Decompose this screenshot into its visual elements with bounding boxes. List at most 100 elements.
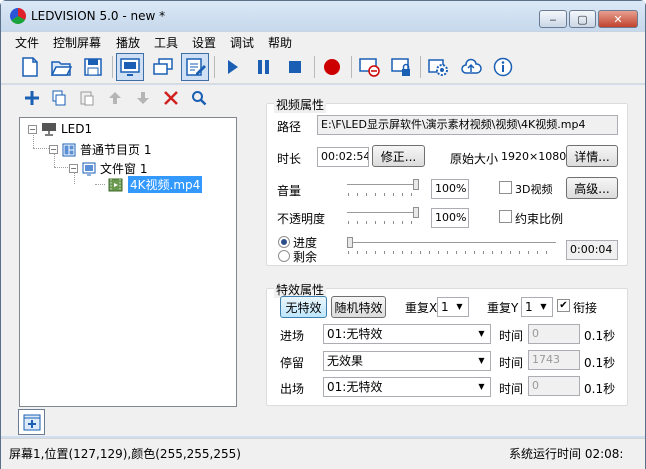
video-3d-checkbox[interactable] (499, 181, 512, 194)
save-icon[interactable] (79, 53, 107, 81)
remain-radio[interactable] (278, 250, 290, 262)
page-icon (62, 143, 76, 156)
enter-time-field[interactable]: 0 (528, 324, 580, 344)
opacity-slider-thumb[interactable] (413, 207, 419, 218)
title-bar[interactable]: LEDVISION 5.0 - new * ‒ ▢ ✕ (1, 1, 645, 31)
details-button[interactable]: 详情... (566, 145, 618, 167)
exit-label: 出场 (280, 382, 305, 396)
tree-screen-label: LED1 (61, 122, 93, 136)
lock-screen-icon[interactable] (387, 53, 415, 81)
tree-node-page[interactable]: − 普通节目页 1 (49, 141, 151, 158)
move-down-icon[interactable] (133, 88, 153, 108)
enter-effect-select[interactable]: 01:无特效 ▼ (323, 324, 491, 344)
connect-label: 衔接 (573, 301, 598, 315)
add-icon[interactable] (22, 88, 42, 108)
paste-icon[interactable] (77, 88, 97, 108)
settings-icon[interactable] (424, 53, 452, 81)
copy-icon[interactable] (49, 88, 69, 108)
status-runtime-text: 系统运行时间 02:08: (509, 447, 624, 461)
search-icon[interactable] (189, 88, 209, 108)
stay-label: 停留 (280, 356, 305, 370)
modify-duration-button[interactable]: 修正... (372, 145, 425, 167)
menu-tools[interactable]: 工具 (154, 34, 178, 51)
add-page-button[interactable] (18, 409, 45, 435)
stay-time-field[interactable]: 1743 (528, 350, 580, 370)
progress-time-field[interactable]: 0:00:04 (566, 240, 618, 260)
opacity-value-field[interactable]: 100% (431, 208, 469, 228)
record-icon[interactable] (318, 53, 346, 81)
menu-file[interactable]: 文件 (15, 34, 39, 51)
delete-icon[interactable] (161, 88, 181, 108)
window-title: LEDVISION 5.0 - new * (31, 9, 166, 23)
ledvision-logo-icon (10, 8, 26, 24)
open-folder-icon[interactable] (47, 53, 75, 81)
volume-value-field[interactable]: 100% (431, 179, 469, 199)
exit-time-unit: 0.1秒 (584, 382, 616, 396)
connect-checkbox[interactable]: ✔ (557, 299, 570, 312)
exit-time-field[interactable]: 0 (528, 376, 580, 396)
program-tree[interactable]: − LED1 − 普通节目页 1 − 文件窗 1 4K视频.mp4 (19, 117, 237, 407)
tree-node-screen[interactable]: − LED1 (28, 122, 92, 136)
menu-control-screen[interactable]: 控制屏幕 (53, 34, 101, 51)
repeat-x-label: 重复X (405, 301, 438, 315)
enter-label: 进场 (280, 329, 305, 343)
pause-icon[interactable] (249, 53, 277, 81)
main-toolbar (1, 50, 645, 84)
tree-node-window[interactable]: − 文件窗 1 (69, 160, 147, 177)
edit-document-icon[interactable] (181, 53, 209, 81)
screen-off-icon[interactable] (355, 53, 383, 81)
info-icon[interactable] (489, 53, 517, 81)
menu-help[interactable]: 帮助 (268, 34, 292, 51)
add-page-icon (23, 414, 40, 431)
status-position-text: 屏幕1,位置(127,129),颜色(255,255,255) (9, 447, 241, 461)
path-label: 路径 (277, 120, 302, 134)
stay-time-label: 时间 (499, 356, 524, 370)
progress-slider-thumb[interactable] (347, 237, 353, 248)
constrain-ratio-checkbox[interactable] (499, 210, 512, 223)
opacity-label: 不透明度 (277, 212, 326, 226)
menu-settings[interactable]: 设置 (192, 34, 216, 51)
original-size-label: 原始大小 (450, 152, 499, 166)
path-field[interactable]: E:\F\LED显示屏软件\演示素材视频\视频\4K视频.mp4 (317, 115, 618, 135)
duration-field[interactable]: 00:02:54 (317, 147, 369, 167)
repeat-x-select[interactable]: 1 ▼ (437, 297, 469, 317)
repeat-y-select[interactable]: 1 ▼ (521, 297, 553, 317)
play-icon[interactable] (218, 53, 246, 81)
advanced-button[interactable]: 高级... (566, 177, 618, 199)
progress-slider-track[interactable] (347, 242, 556, 244)
stay-effect-select[interactable]: 无效果 ▼ (323, 351, 491, 371)
video-properties-title: 视频属性 (274, 96, 327, 113)
app-window: LEDVISION 5.0 - new * ‒ ▢ ✕ 文件 控制屏幕 播放 工… (0, 0, 646, 469)
file-window-icon (82, 162, 96, 175)
new-file-icon[interactable] (16, 53, 44, 81)
original-size-value: 1920×1080 (501, 150, 567, 163)
menu-play[interactable]: 播放 (116, 34, 140, 51)
volume-label: 音量 (277, 184, 302, 198)
random-effect-button[interactable]: 随机特效 (331, 296, 386, 318)
menu-debug[interactable]: 调试 (230, 34, 254, 51)
exit-time-label: 时间 (499, 382, 524, 396)
cloud-upload-icon[interactable] (457, 53, 485, 81)
remain-radio-label: 剩余 (293, 250, 318, 264)
exit-effect-select[interactable]: 01:无特效 ▼ (323, 377, 491, 397)
progress-radio[interactable] (278, 236, 290, 248)
stay-time-unit: 0.1秒 (584, 356, 616, 370)
multi-window-icon[interactable] (149, 53, 177, 81)
volume-slider-track[interactable] (347, 184, 419, 186)
enter-time-label: 时间 (499, 329, 524, 343)
volume-slider-thumb[interactable] (413, 179, 419, 190)
maximize-button[interactable]: ▢ (569, 10, 596, 28)
repeat-y-label: 重复Y (487, 301, 519, 315)
tree-file-label: 4K视频.mp4 (128, 176, 203, 193)
minimize-button[interactable]: ‒ (539, 10, 567, 28)
stop-icon[interactable] (281, 53, 309, 81)
no-effect-button[interactable]: 无特效 (280, 296, 327, 318)
tree-node-file[interactable]: 4K视频.mp4 (108, 176, 203, 193)
menu-bar: 文件 控制屏幕 播放 工具 设置 调试 帮助 (1, 31, 645, 50)
video-3d-label: 3D视频 (515, 183, 553, 196)
move-up-icon[interactable] (105, 88, 125, 108)
constrain-ratio-label: 约束比例 (515, 212, 564, 226)
close-button[interactable]: ✕ (598, 10, 638, 28)
screen-settings-icon[interactable] (116, 53, 144, 81)
opacity-slider-track[interactable] (347, 212, 419, 214)
